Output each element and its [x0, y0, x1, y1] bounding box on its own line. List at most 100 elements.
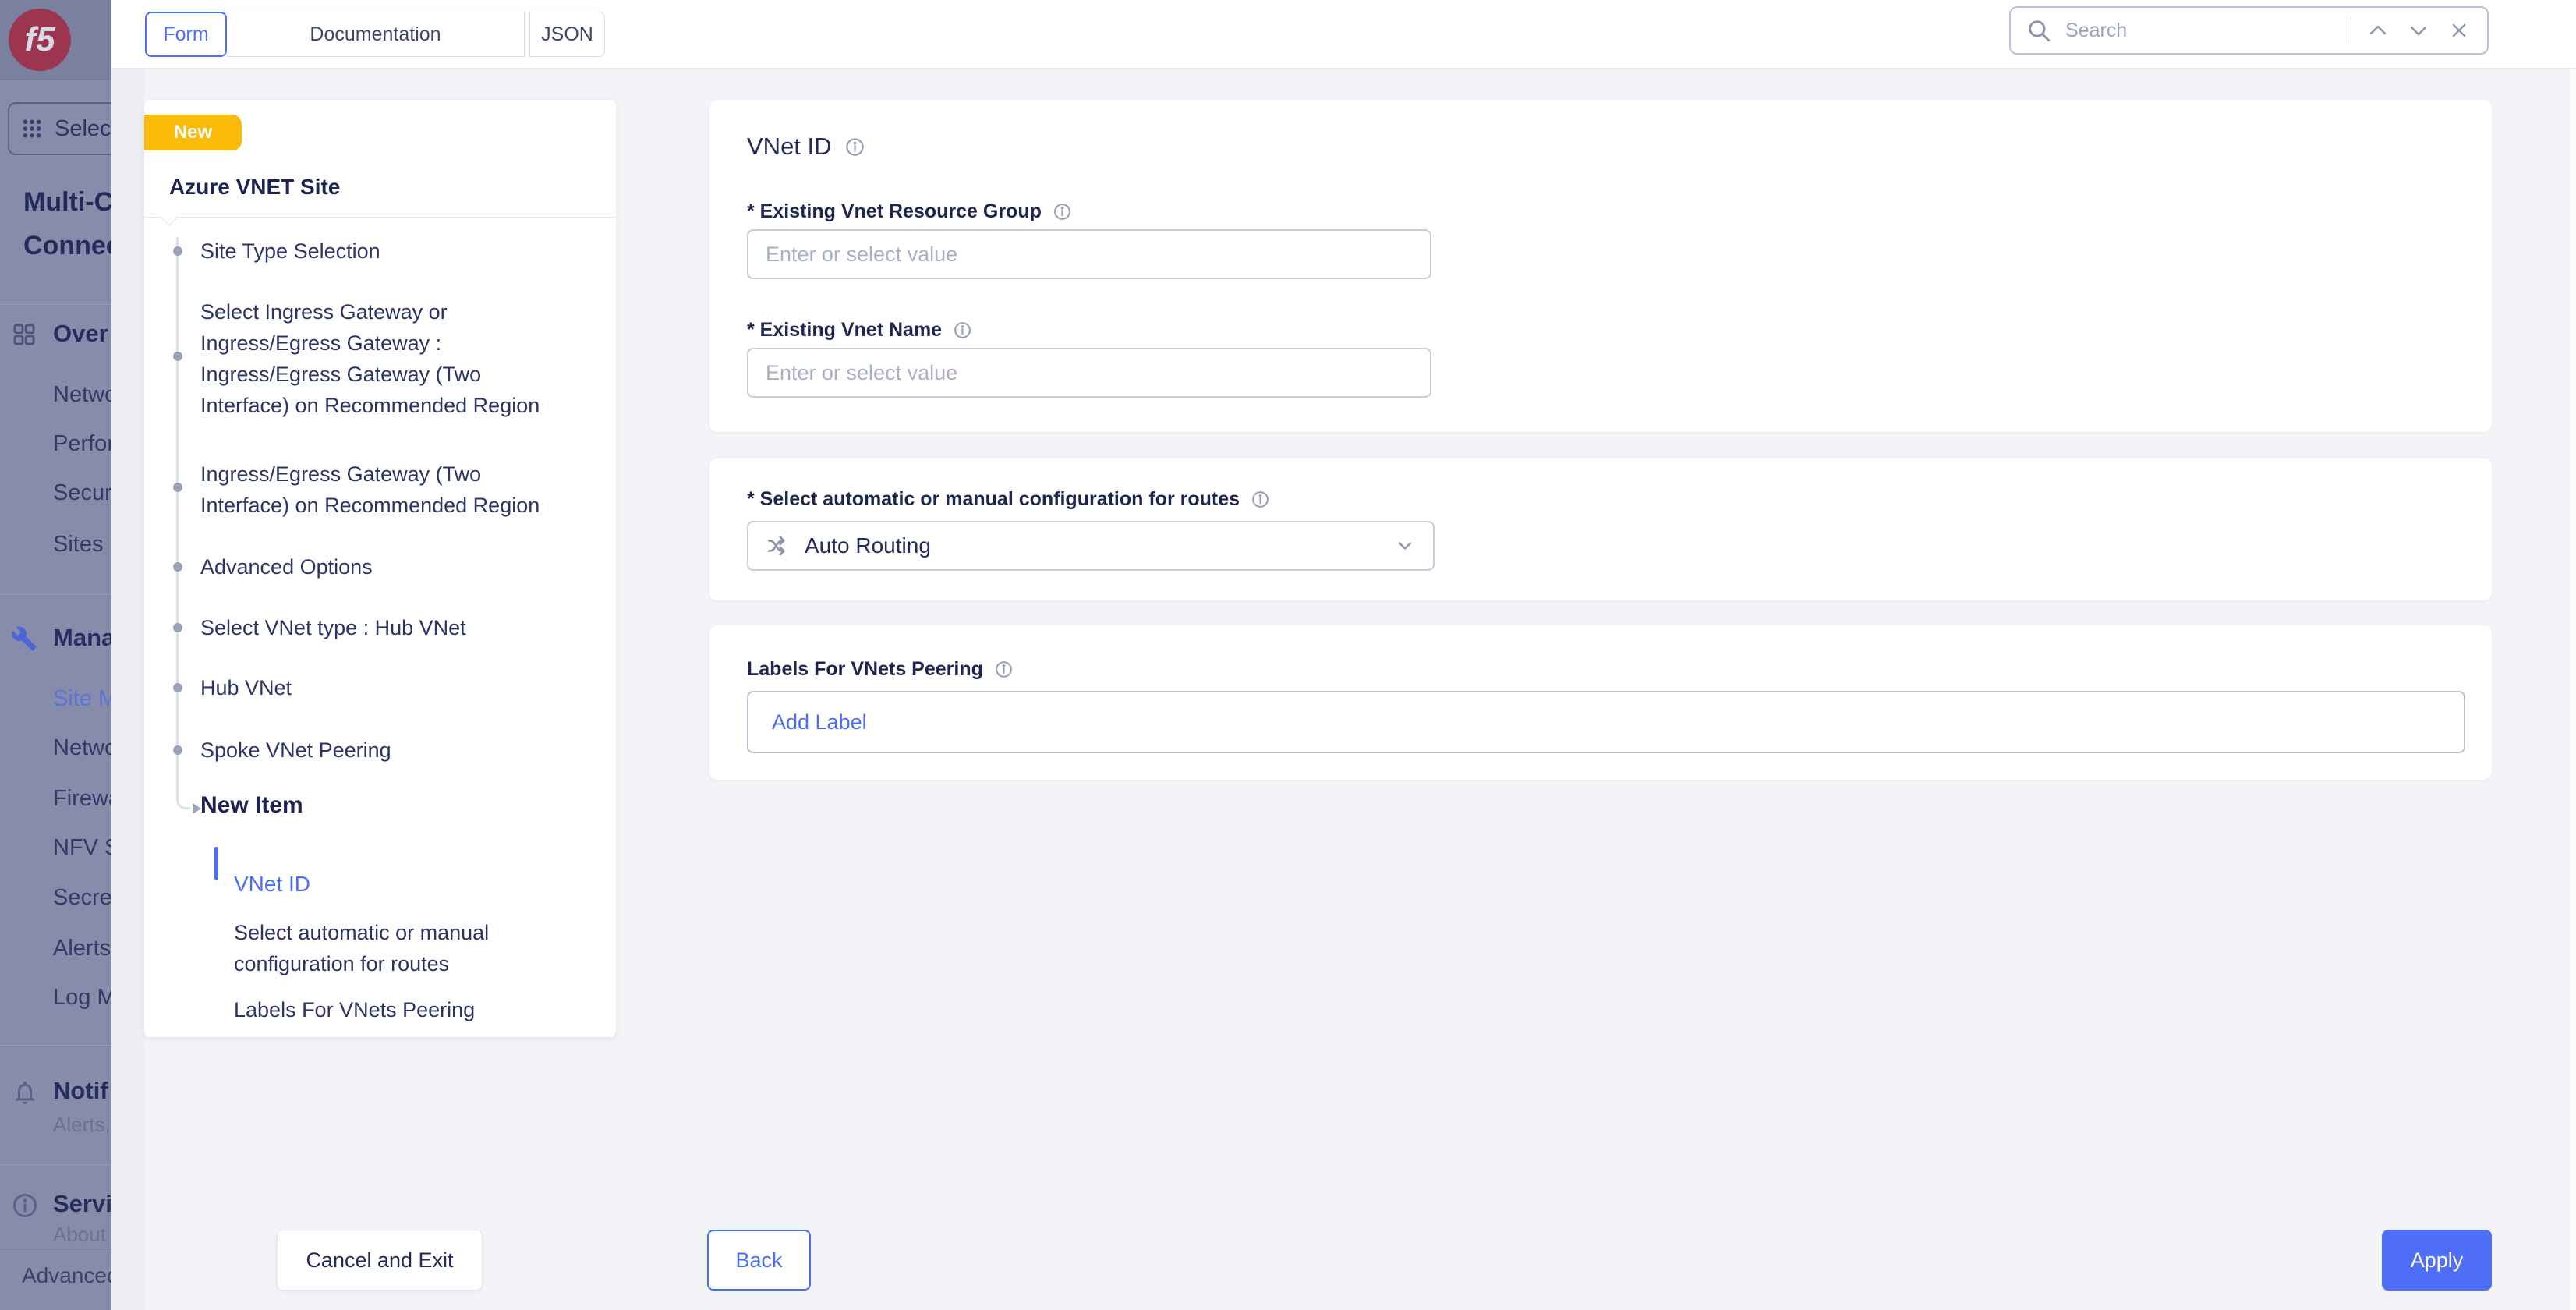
- app-title-line1: Multi-Cl: [23, 187, 111, 218]
- sidebar-item-performance[interactable]: Perfor: [53, 431, 111, 457]
- active-substep-indicator: [214, 847, 218, 880]
- azure-vnet-site-wizard-screen: f5 Selec Multi-Cl Connec Over: [0, 0, 2576, 1310]
- substep-vnet-id[interactable]: VNet ID: [234, 869, 561, 900]
- step-spoke-vnet-peering[interactable]: Spoke VNet Peering: [200, 735, 567, 766]
- step-dot: [173, 562, 182, 572]
- field-label: * Existing Vnet Resource Group: [747, 200, 1072, 223]
- chevron-down-icon: [1394, 535, 1416, 557]
- step-dot: [173, 246, 182, 256]
- overview-icon: [11, 321, 39, 349]
- step-advanced-options[interactable]: Advanced Options: [200, 551, 567, 582]
- view-tabs: Form Documentation JSON: [145, 12, 605, 57]
- sidebar-item-networking-manage[interactable]: Netwo: [53, 735, 111, 761]
- field-label-text: * Existing Vnet Name: [747, 319, 942, 342]
- f5-logo[interactable]: f5: [9, 9, 71, 71]
- sidebar-item-nfv-services[interactable]: NFV S: [53, 835, 111, 861]
- panel-divider-notch: [161, 208, 179, 226]
- sidebar-group-manage-label: Mana: [53, 624, 111, 652]
- search-input[interactable]: [2065, 19, 2338, 42]
- info-icon[interactable]: [1251, 490, 1270, 509]
- sidebar-group-notifications-label: Notif: [53, 1077, 108, 1105]
- step-dot: [173, 352, 182, 361]
- step-ingress-egress-gateway[interactable]: Ingress/Egress Gateway (Two Interface) o…: [200, 458, 567, 521]
- sidebar-group-overview-label: Over: [53, 320, 108, 348]
- tab-documentation[interactable]: Documentation: [227, 12, 525, 57]
- field-label-text: * Existing Vnet Resource Group: [747, 200, 1042, 223]
- tab-json[interactable]: JSON: [529, 12, 605, 57]
- section-title: VNet ID: [747, 133, 832, 161]
- add-label-button[interactable]: Add Label: [747, 691, 2465, 753]
- new-badge: New: [144, 115, 242, 150]
- sidebar-item-security[interactable]: Secur: [53, 480, 111, 506]
- section-heading: VNet ID: [747, 133, 865, 161]
- step-select-vnet-type[interactable]: Select VNet type : Hub VNet: [200, 612, 567, 643]
- apply-button[interactable]: Apply: [2382, 1230, 2492, 1291]
- add-label-text: Add Label: [772, 710, 867, 735]
- sidebar-divider: [0, 1164, 111, 1165]
- step-dot: [173, 623, 182, 632]
- info-circle-icon: [11, 1191, 39, 1220]
- field-label: * Existing Vnet Name: [747, 319, 972, 342]
- wrench-icon: [11, 625, 39, 653]
- info-icon[interactable]: [844, 136, 865, 158]
- sidebar-group-service-label: Servi: [53, 1190, 111, 1218]
- sidebar-item-secrets[interactable]: Secre: [53, 885, 111, 911]
- cancel-and-exit-button[interactable]: Cancel and Exit: [277, 1230, 483, 1291]
- console-sidebar: f5 Selec Multi-Cl Connec Over: [0, 0, 111, 1310]
- chevron-up-icon[interactable]: [2364, 16, 2392, 44]
- sidebar-group-service[interactable]: Servi: [0, 1190, 111, 1221]
- back-button[interactable]: Back: [707, 1230, 811, 1291]
- labels-for-vnets-peering-card: Labels For VNets Peering Add Label: [709, 625, 2492, 780]
- step-site-type-selection[interactable]: Site Type Selection: [200, 235, 567, 267]
- bell-icon: [11, 1078, 39, 1106]
- routing-mode-select[interactable]: Auto Routing: [747, 521, 1435, 571]
- grid-icon: [20, 117, 44, 140]
- sidebar-divider: [0, 1045, 111, 1046]
- route-configuration-card: * Select automatic or manual configurati…: [709, 458, 2492, 600]
- vnet-id-section-card: VNet ID * Existing Vnet Resource Group *…: [709, 100, 2492, 432]
- namespace-select-button[interactable]: Selec: [8, 102, 111, 155]
- chevron-down-icon[interactable]: [2404, 16, 2433, 44]
- field-label: * Select automatic or manual configurati…: [747, 488, 1270, 511]
- scrollbar-track[interactable]: [2570, 69, 2576, 1310]
- sidebar-item-alerts[interactable]: Alerts: [53, 936, 111, 961]
- substep-route-configuration[interactable]: Select automatic or manual configuration…: [234, 917, 561, 979]
- sidebar-item-firewall[interactable]: Firewa: [53, 786, 111, 812]
- wizard-steps-panel: New Azure VNET Site Site Type Selection …: [144, 100, 616, 1037]
- sidebar-item-networking[interactable]: Netwo: [53, 382, 111, 408]
- step-hub-vnet[interactable]: Hub VNet: [200, 672, 567, 703]
- sidebar-group-overview[interactable]: Over: [0, 320, 111, 351]
- sidebar-service-subtitle: About: [53, 1223, 106, 1247]
- field-label-text: Labels For VNets Peering: [747, 658, 983, 681]
- step-dot: [173, 683, 182, 692]
- backdrop-gap: [111, 69, 144, 1310]
- sidebar-divider: [0, 304, 111, 305]
- sidebar-notifications-subtitle: Alerts,: [53, 1113, 111, 1137]
- logo-strip: f5: [0, 0, 111, 80]
- info-icon[interactable]: [1053, 202, 1072, 221]
- substep-labels-for-vnets-peering[interactable]: Labels For VNets Peering: [234, 994, 561, 1025]
- field-label-text: * Select automatic or manual configurati…: [747, 488, 1240, 511]
- sidebar-item-site-management[interactable]: Site M: [53, 686, 111, 712]
- search-box: [2009, 6, 2489, 55]
- sidebar-footer-text: Advanced n: [22, 1263, 111, 1288]
- sidebar-group-notifications[interactable]: Notif: [0, 1077, 111, 1108]
- search-icon: [2025, 16, 2053, 44]
- field-label: Labels For VNets Peering: [747, 658, 1014, 681]
- sidebar-group-manage[interactable]: Mana: [0, 624, 111, 655]
- step-select-ingress-gateway[interactable]: Select Ingress Gateway or Ingress/Egress…: [200, 296, 567, 421]
- app-title-line2: Connec: [23, 231, 111, 261]
- info-icon[interactable]: [994, 660, 1014, 679]
- sidebar-item-sites[interactable]: Sites: [53, 532, 103, 558]
- close-icon[interactable]: [2445, 16, 2473, 44]
- panel-divider: [144, 217, 616, 218]
- step-dot: [173, 483, 182, 492]
- sidebar-item-log-management[interactable]: Log M: [53, 985, 111, 1011]
- info-icon[interactable]: [953, 320, 972, 340]
- existing-vnet-resource-group-input[interactable]: [747, 229, 1431, 279]
- current-step-connector: [176, 775, 190, 809]
- tab-form[interactable]: Form: [145, 12, 227, 57]
- sidebar-divider: [0, 594, 111, 595]
- step-new-item[interactable]: New Item: [200, 792, 303, 819]
- existing-vnet-name-input[interactable]: [747, 348, 1431, 398]
